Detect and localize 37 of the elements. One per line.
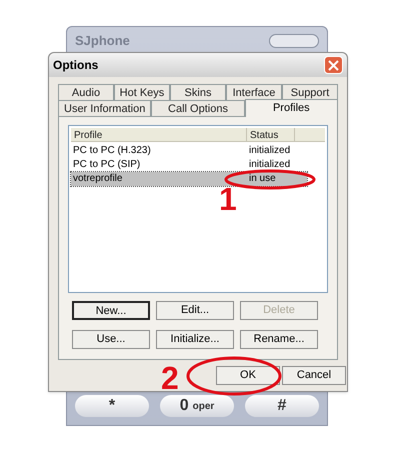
dialog-button[interactable]: Cancel (282, 366, 346, 385)
profile-name: votreprofile (72, 173, 124, 185)
tab[interactable]: Interface (226, 84, 282, 100)
action-button[interactable]: Initialize... (156, 330, 234, 349)
close-icon (328, 60, 339, 70)
profile-row[interactable]: PC to PC (H.323) initialized (71, 144, 307, 158)
profile-row[interactable]: votreprofile in use (71, 172, 307, 186)
tab[interactable]: Audio (58, 84, 114, 100)
profile-row[interactable]: PC to PC (SIP) initialized (71, 158, 307, 172)
dialog-button[interactable]: OK (216, 366, 280, 385)
action-button[interactable]: Rename... (240, 330, 318, 349)
column-header[interactable]: Profile (71, 128, 247, 142)
keypad-key[interactable]: # (245, 395, 319, 417)
header-filler (295, 128, 325, 142)
step-number: 1 (219, 183, 237, 215)
action-button[interactable]: Use... (72, 330, 150, 349)
profile-status: initialized (248, 145, 292, 157)
tab[interactable]: Profiles (244, 99, 338, 117)
dialog-title: Options (53, 57, 98, 74)
tab[interactable]: Support (282, 84, 338, 100)
keypad-key[interactable]: * (75, 395, 149, 417)
profile-status: initialized (248, 159, 292, 171)
profile-status: in use (248, 173, 277, 185)
action-button[interactable]: Edit... (156, 301, 234, 320)
close-button[interactable] (324, 56, 343, 74)
profile-name: PC to PC (H.323) (72, 145, 152, 157)
action-button[interactable]: New... (72, 301, 150, 320)
profile-name: PC to PC (SIP) (72, 159, 142, 171)
keypad-key[interactable]: 0 oper (160, 395, 234, 417)
tab[interactable]: Skins (170, 84, 226, 100)
column-header[interactable]: Status (247, 128, 295, 142)
window-title: SJphone (75, 32, 130, 50)
window-controls-icon[interactable] (269, 34, 319, 48)
tab[interactable]: User Information (58, 100, 152, 116)
tab[interactable]: Hot Keys (114, 84, 170, 100)
step-number: 2 (161, 362, 179, 394)
tab[interactable]: Call Options (151, 100, 245, 116)
